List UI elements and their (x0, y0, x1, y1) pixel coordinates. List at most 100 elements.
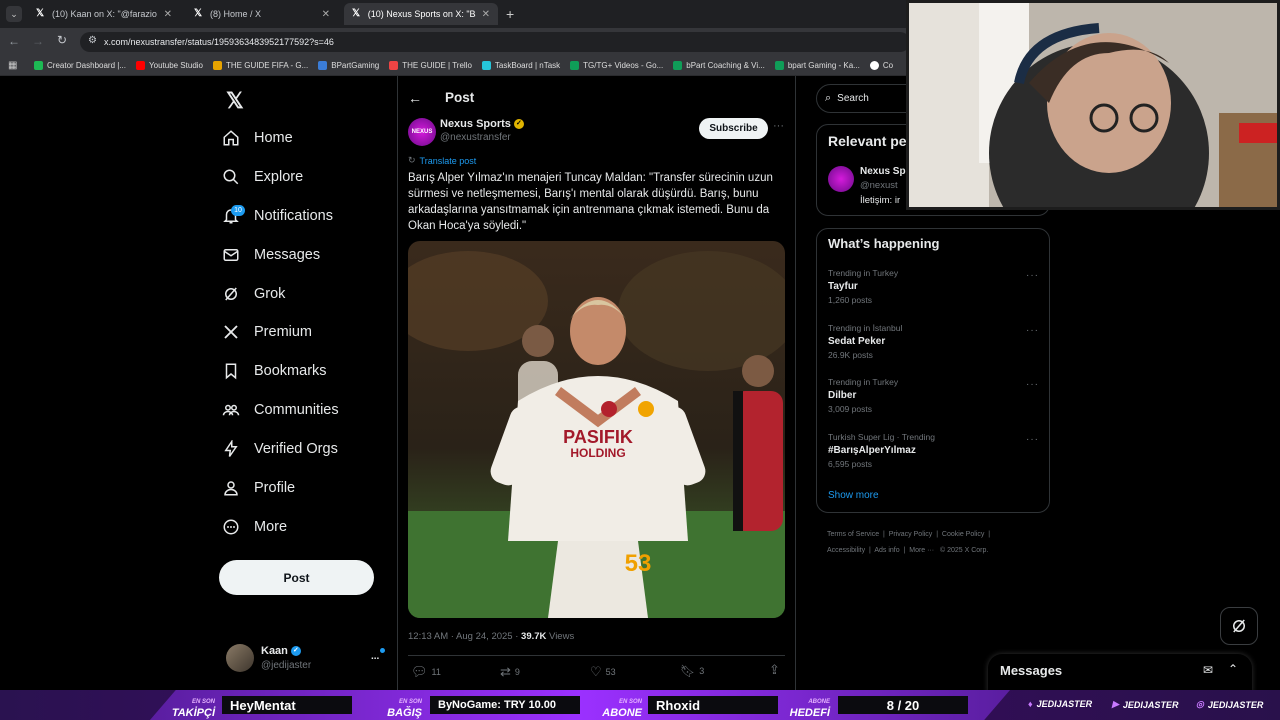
footer-link[interactable]: Ads info (874, 547, 899, 554)
account-name-row[interactable]: Kaan ✓ (261, 645, 301, 657)
bookmark-item[interactable]: Co (869, 61, 893, 70)
author-handle[interactable]: @nexustransfer (440, 132, 511, 143)
footer-link[interactable]: More ··· (909, 547, 934, 554)
trend-item[interactable]: Trending in Turkey Dilber 3,009 posts (828, 377, 898, 414)
x-logo-icon: 𝕏 (36, 8, 45, 19)
overlay-label: EN SON TAKİPÇİ (171, 699, 215, 719)
translate-icon: ↻ (408, 155, 416, 165)
author-name-row[interactable]: Nexus Sports ✓ (440, 118, 524, 130)
back-arrow-icon[interactable]: ← (408, 90, 422, 106)
webcam-overlay (906, 0, 1280, 210)
subscribe-button[interactable]: Subscribe (699, 118, 768, 139)
nav-item-more[interactable]: More (222, 514, 287, 540)
post-button[interactable]: Post (219, 560, 374, 595)
sheets-icon (774, 61, 784, 70)
nav-item-explore[interactable]: Explore (222, 164, 303, 190)
avatar[interactable] (226, 644, 254, 672)
reply-button[interactable]: 💬︎ 11 (411, 664, 441, 680)
post-text: Barış Alper Yılmaz'ın menajeri Tuncay Ma… (408, 172, 773, 232)
footer-link[interactable]: Cookie Policy (942, 531, 984, 538)
repost-button[interactable]: ⇄ 9 (500, 664, 520, 680)
trend-more-icon[interactable]: ··· (1026, 270, 1039, 281)
x-logo-icon[interactable]: 𝕏 (226, 88, 244, 114)
forward-arrow-icon[interactable]: → (32, 34, 44, 48)
tab-search-icon[interactable]: ⌄ (6, 6, 22, 22)
social-twitter: ♦ JEDIJASTER (1028, 699, 1093, 709)
browser-tab-active[interactable]: 𝕏 (10) Nexus Sports on X: "Barış A ✕ (344, 3, 498, 25)
trend-more-icon[interactable]: ··· (1026, 379, 1039, 390)
overlay-label: ABONE HEDEFİ (789, 699, 830, 719)
guide-icon (213, 61, 222, 70)
address-bar[interactable]: ⚙ x.com/nexustransfer/status/19593634839… (80, 32, 910, 52)
messages-drawer[interactable]: Messages ✉ ⌃ (988, 654, 1252, 694)
bookmark-button[interactable]: 🔖︎ 3 (680, 664, 704, 678)
trend-item[interactable]: Trending in Turkey Tayfur 1,260 posts (828, 268, 898, 305)
back-arrow-icon[interactable]: ← (8, 34, 20, 48)
bookmark-item[interactable]: bPart Coaching & Vi... (673, 61, 765, 70)
translate-link[interactable]: ↻ Translate post (408, 155, 476, 166)
messages-drawer-title: Messages (1000, 663, 1063, 678)
relevant-avatar[interactable] (828, 166, 854, 192)
show-more-link[interactable]: Show more (828, 490, 879, 501)
bookmark-item[interactable]: Youtube Studio (136, 61, 203, 70)
account-more-icon[interactable]: ... (371, 651, 379, 662)
trello-icon (389, 61, 399, 70)
site-info-icon[interactable]: ⚙ (88, 35, 97, 46)
overlay-value: 8 / 20 (838, 696, 968, 714)
relevant-name[interactable]: Nexus Sp (860, 166, 906, 177)
post-more-icon[interactable]: ··· (773, 120, 784, 132)
overlay-value: ByNoGame: TRY 10.00 (430, 696, 580, 714)
person-icon (224, 481, 238, 496)
bookmark-item[interactable]: BPartGaming (318, 61, 379, 70)
nav-item-messages[interactable]: Messages (222, 242, 320, 268)
grok-floating-button[interactable] (1220, 607, 1258, 645)
close-icon[interactable]: ✕ (164, 9, 172, 20)
reload-icon[interactable]: ↻ (57, 33, 67, 47)
trend-more-icon[interactable]: ··· (1026, 434, 1039, 445)
unread-dot (380, 648, 385, 653)
notification-badge: 10 (231, 205, 245, 216)
close-icon[interactable]: ✕ (482, 9, 490, 20)
trend-more-icon[interactable]: ··· (1026, 325, 1039, 336)
overlay-value: Rhoxid (648, 696, 778, 714)
browser-tab[interactable]: 𝕏 (8) Home / X ✕ (186, 3, 338, 25)
verified-gold-badge-icon: ✓ (513, 119, 524, 129)
browser-tab[interactable]: 𝕏 (10) Kaan on X: "@faraziornek I ✕ (28, 3, 180, 25)
bookmark-item[interactable]: TaskBoard | nTask (481, 61, 560, 70)
trend-item[interactable]: Trending in İstanbul Sedat Peker 26.9K p… (828, 323, 902, 360)
copyright: © 2025 X Corp. (939, 547, 989, 554)
bookmark-item[interactable]: Creator Dashboard |... (34, 61, 126, 70)
search-icon (223, 169, 239, 185)
like-button[interactable]: ♡ 53 (590, 664, 616, 680)
nav-item-grok[interactable]: Grok (222, 281, 285, 307)
apps-grid-icon[interactable]: ▦ (8, 60, 17, 71)
bookmark-item[interactable]: TG/TG+ Videos - Go... (570, 61, 663, 70)
bookmark-item[interactable]: THE GUIDE | Trello (389, 61, 472, 70)
nav-item-communities[interactable]: Communities (222, 397, 339, 423)
share-icon[interactable]: ⇪ (769, 662, 780, 678)
bookmark-item[interactable]: bpart Gaming - Ka... (774, 61, 860, 70)
trend-item[interactable]: Turkish Super Lig · Trending #BarışAlper… (828, 432, 935, 469)
relevant-people-title: Relevant pe (828, 133, 907, 149)
nav-item-home[interactable]: Home (222, 125, 293, 151)
new-tab-icon[interactable]: + (506, 6, 514, 22)
post-photo[interactable]: PASIFIK HOLDING 53 (408, 241, 785, 618)
new-message-icon[interactable]: ✉ (1203, 663, 1213, 677)
footer-link[interactable]: Accessibility (827, 547, 865, 554)
nav-item-profile[interactable]: Profile (222, 475, 295, 501)
tab-title: (10) Kaan on X: "@faraziornek I (52, 9, 157, 19)
nav-item-premium[interactable]: Premium (222, 319, 312, 345)
overlay-value: HeyMentat (222, 696, 352, 714)
close-icon[interactable]: ✕ (322, 9, 330, 20)
footer-link[interactable]: Terms of Service (827, 531, 879, 538)
author-avatar[interactable]: NEXUS (408, 118, 436, 146)
nav-item-bookmarks[interactable]: Bookmarks (222, 358, 327, 384)
more-circle-icon (223, 519, 239, 535)
heart-icon: ♡ (590, 664, 602, 679)
footer-link[interactable]: Privacy Policy (889, 531, 933, 538)
nav-item-verified-orgs[interactable]: Verified Orgs (222, 436, 338, 462)
x-logo-icon: 𝕏 (194, 8, 203, 19)
chevron-up-icon[interactable]: ⌃ (1228, 662, 1238, 676)
football-photo: PASIFIK HOLDING 53 (408, 241, 785, 618)
bookmark-item[interactable]: THE GUIDE FIFA - G... (213, 61, 308, 70)
